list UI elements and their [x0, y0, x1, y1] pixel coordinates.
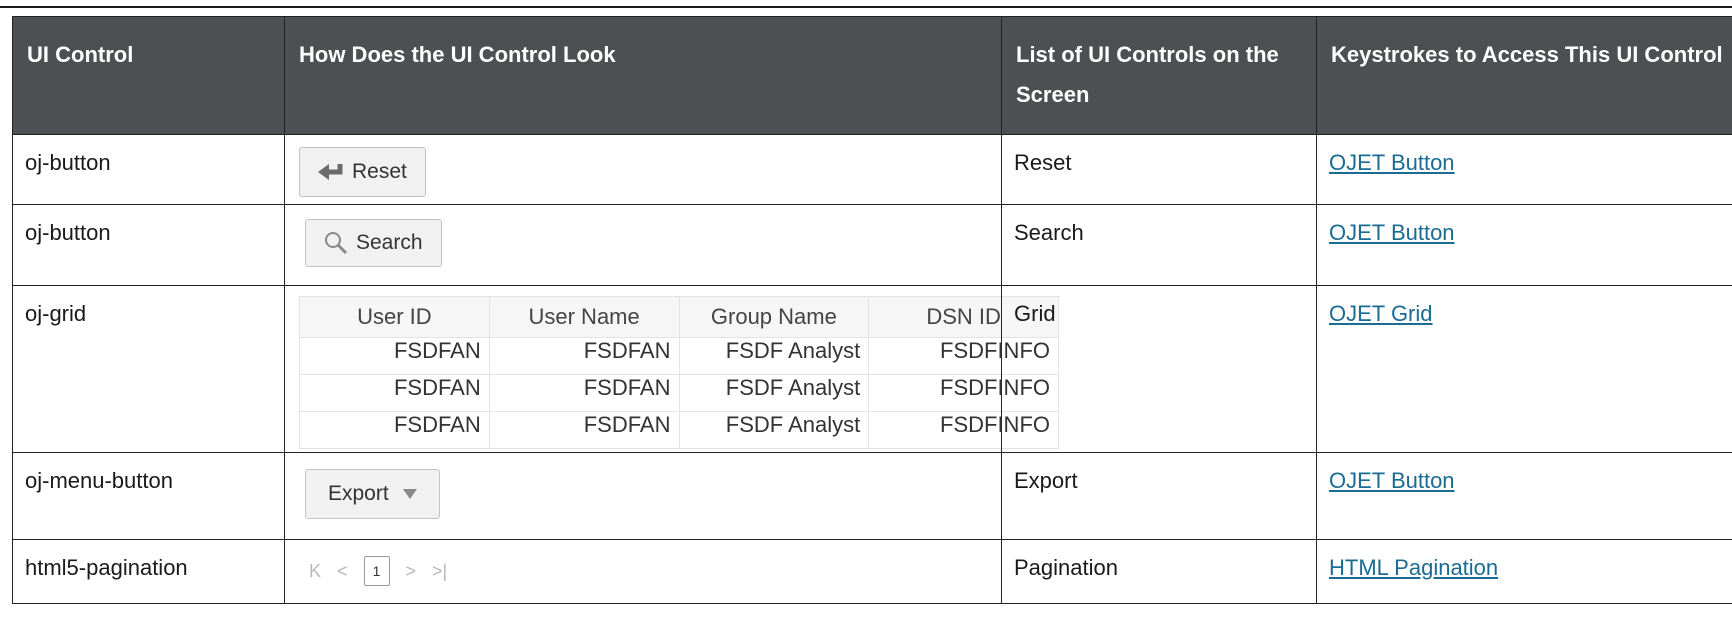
preview-cell: Export	[284, 452, 1002, 540]
preview-cell: User ID User Name Group Name DSN ID FSDF…	[284, 285, 1059, 453]
control-name: html5-pagination	[12, 539, 285, 604]
keystrokes-cell: HTML Pagination	[1316, 539, 1732, 604]
reset-button[interactable]: Reset	[299, 147, 426, 197]
grid-cell[interactable]: FSDFAN	[299, 411, 490, 449]
ojet-grid-link[interactable]: OJET Grid	[1329, 301, 1433, 326]
grid-cell[interactable]: FSDFAN	[488, 337, 680, 375]
controls-list: Pagination	[1001, 539, 1317, 604]
grid-cell[interactable]: FSDF Analyst	[678, 337, 870, 375]
keystrokes-cell: OJET Button	[1316, 452, 1732, 540]
return-arrow-icon	[318, 164, 343, 180]
table-row: oj-grid User ID User Name Group Name DSN…	[12, 285, 1732, 453]
keystrokes-cell: OJET Button	[1316, 134, 1732, 205]
preview-cell: Reset	[284, 134, 1002, 205]
grid-header-user-id[interactable]: User ID	[299, 296, 490, 338]
header-ui-control: UI Control	[12, 16, 285, 135]
preview-cell: Search	[284, 204, 1002, 286]
previous-page-icon[interactable]: <	[337, 561, 348, 582]
keystrokes-cell: OJET Grid	[1316, 285, 1732, 453]
grid-cell[interactable]: FSDFAN	[299, 337, 490, 375]
header-list-of-controls: List of UI Controls on the Screen	[1001, 16, 1317, 135]
export-button-label: Export	[328, 482, 389, 505]
grid-row[interactable]: FSDFAN FSDFAN FSDF Analyst FSDFINFO	[299, 374, 1059, 412]
data-grid[interactable]: User ID User Name Group Name DSN ID FSDF…	[299, 296, 1059, 449]
grid-cell[interactable]: FSDFAN	[299, 374, 490, 412]
ojet-button-link[interactable]: OJET Button	[1329, 220, 1455, 245]
ojet-button-link[interactable]: OJET Button	[1329, 150, 1455, 175]
grid-cell[interactable]: FSDFAN	[488, 374, 680, 412]
table-row: oj-button Search Search OJET Button	[12, 204, 1732, 286]
table-row: oj-menu-button Export Export OJET Button	[12, 452, 1732, 540]
ojet-button-link[interactable]: OJET Button	[1329, 468, 1455, 493]
grid-cell[interactable]: FSDF Analyst	[678, 411, 870, 449]
grid-cell[interactable]: FSDFAN	[488, 411, 680, 449]
search-button[interactable]: Search	[305, 219, 442, 267]
ui-controls-table: UI Control How Does the UI Control Look …	[12, 16, 1732, 604]
grid-row[interactable]: FSDFAN FSDFAN FSDF Analyst FSDFINFO	[299, 411, 1059, 449]
search-icon	[325, 232, 348, 255]
preview-cell: K < 1 > >|	[284, 539, 1002, 604]
export-menu-button[interactable]: Export	[305, 469, 440, 519]
pagination: K < 1 > >|	[309, 556, 447, 586]
control-name: oj-menu-button	[12, 452, 285, 540]
current-page[interactable]: 1	[363, 556, 390, 586]
grid-cell[interactable]: FSDF Analyst	[678, 374, 870, 412]
keystrokes-cell: OJET Button	[1316, 204, 1732, 286]
grid-row[interactable]: FSDFAN FSDFAN FSDF Analyst FSDFINFO	[299, 337, 1059, 375]
grid-header-user-name[interactable]: User Name	[488, 296, 680, 338]
top-rule	[0, 6, 1732, 8]
table-row: html5-pagination K < 1 > >| Pagination H…	[12, 539, 1732, 604]
controls-list: Search	[1001, 204, 1317, 286]
reset-button-label: Reset	[352, 160, 407, 183]
header-how-it-looks: How Does the UI Control Look	[284, 16, 1002, 135]
next-page-icon[interactable]: >	[406, 561, 417, 582]
caret-down-icon	[402, 489, 417, 499]
grid-header-row: User ID User Name Group Name DSN ID	[299, 296, 1059, 338]
grid-header-group-name[interactable]: Group Name	[678, 296, 870, 338]
controls-list: Export	[1001, 452, 1317, 540]
controls-list: Reset	[1001, 134, 1317, 205]
control-name: oj-button	[12, 134, 285, 205]
search-button-label: Search	[356, 231, 423, 254]
header-row: UI Control How Does the UI Control Look …	[12, 16, 1732, 135]
header-keystrokes: Keystrokes to Access This UI Control	[1316, 16, 1732, 135]
table-row: oj-button Reset Reset OJET Button	[12, 134, 1732, 205]
html-pagination-link[interactable]: HTML Pagination	[1329, 555, 1498, 580]
control-name: oj-button	[12, 204, 285, 286]
last-page-icon[interactable]: >|	[432, 561, 447, 582]
first-page-icon[interactable]: K	[309, 561, 321, 582]
control-name: oj-grid	[12, 285, 285, 453]
